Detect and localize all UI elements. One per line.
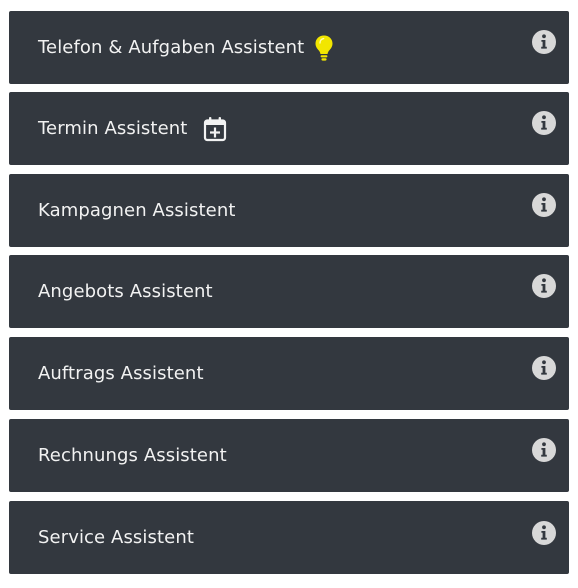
info-icon[interactable] — [532, 356, 556, 380]
tile-label-wrap: Auftrags Assistent — [38, 337, 204, 410]
assistant-tile-rechnungs[interactable]: Rechnungs Assistent — [9, 419, 569, 492]
info-icon[interactable] — [532, 438, 556, 462]
assistant-tile-angebots[interactable]: Angebots Assistent — [9, 255, 569, 328]
info-icon[interactable] — [532, 193, 556, 217]
info-icon[interactable] — [532, 111, 556, 135]
assistant-tile-service[interactable]: Service Assistent — [9, 501, 569, 574]
tile-label-wrap: Termin Assistent — [38, 92, 227, 165]
tile-label: Auftrags Assistent — [38, 363, 204, 384]
assistant-tile-auftrags[interactable]: Auftrags Assistent — [9, 337, 569, 410]
tile-label: Rechnungs Assistent — [38, 445, 227, 466]
lightbulb-icon — [314, 34, 334, 62]
tile-label-wrap: Kampagnen Assistent — [38, 174, 236, 247]
tile-label-wrap: Angebots Assistent — [38, 255, 213, 328]
assistant-tile-kampagnen[interactable]: Kampagnen Assistent — [9, 174, 569, 247]
assistant-list: Telefon & Aufgaben Assistent Termin Assi… — [0, 0, 578, 588]
info-icon[interactable] — [532, 30, 556, 54]
assistant-tile-termin[interactable]: Termin Assistent — [9, 92, 569, 165]
tile-label: Telefon & Aufgaben Assistent — [38, 37, 305, 58]
tile-label: Kampagnen Assistent — [38, 200, 236, 221]
calendar-plus-icon — [203, 116, 227, 142]
tile-label: Service Assistent — [38, 527, 194, 548]
tile-label: Angebots Assistent — [38, 281, 213, 302]
tile-label-wrap: Rechnungs Assistent — [38, 419, 227, 492]
tile-label: Termin Assistent — [38, 118, 188, 139]
info-icon[interactable] — [532, 521, 556, 545]
info-icon[interactable] — [532, 274, 556, 298]
tile-label-wrap: Telefon & Aufgaben Assistent — [38, 11, 334, 84]
tile-label-wrap: Service Assistent — [38, 501, 194, 574]
assistant-tile-telefon-aufgaben[interactable]: Telefon & Aufgaben Assistent — [9, 11, 569, 84]
